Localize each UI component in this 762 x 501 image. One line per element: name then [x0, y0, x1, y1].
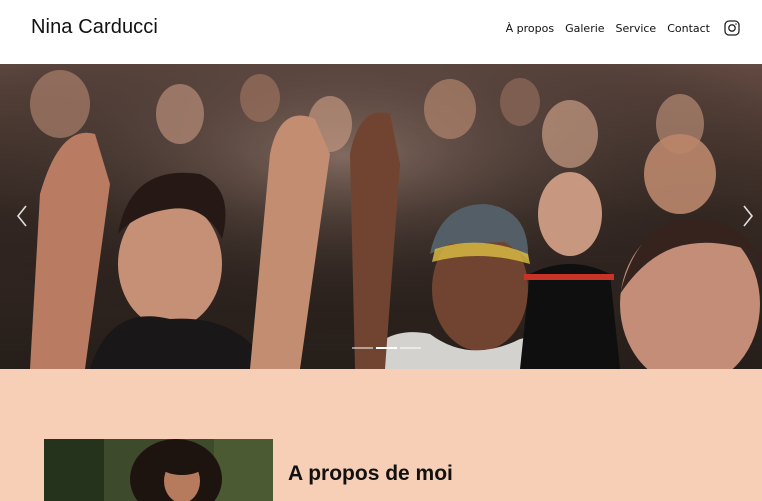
- carousel-next-button[interactable]: [740, 202, 756, 230]
- carousel-image: [0, 64, 762, 369]
- about-portrait: [44, 439, 273, 501]
- site-brand[interactable]: Nina Carducci: [31, 16, 158, 39]
- carousel-indicator-3[interactable]: [400, 347, 421, 349]
- nav-link-a-propos[interactable]: À propos: [506, 22, 554, 35]
- about-title: A propos de moi: [288, 462, 453, 485]
- chevron-right-icon: [743, 205, 754, 227]
- carousel-indicators: [352, 347, 421, 349]
- nav-link-galerie[interactable]: Galerie: [565, 22, 604, 35]
- carousel-indicator-2[interactable]: [376, 347, 397, 349]
- instagram-icon[interactable]: [724, 20, 740, 36]
- portrait-image: [44, 439, 273, 501]
- hero-carousel[interactable]: [0, 64, 762, 369]
- about-section: A propos de moi: [0, 369, 762, 501]
- nav-link-contact[interactable]: Contact: [667, 22, 710, 35]
- site-header: Nina Carducci À propos Galerie Service C…: [0, 0, 762, 64]
- main-nav: À propos Galerie Service Contact: [506, 20, 740, 36]
- carousel-indicator-1[interactable]: [352, 347, 373, 349]
- nav-link-service[interactable]: Service: [616, 22, 657, 35]
- chevron-left-icon: [16, 205, 27, 227]
- carousel-prev-button[interactable]: [14, 202, 30, 230]
